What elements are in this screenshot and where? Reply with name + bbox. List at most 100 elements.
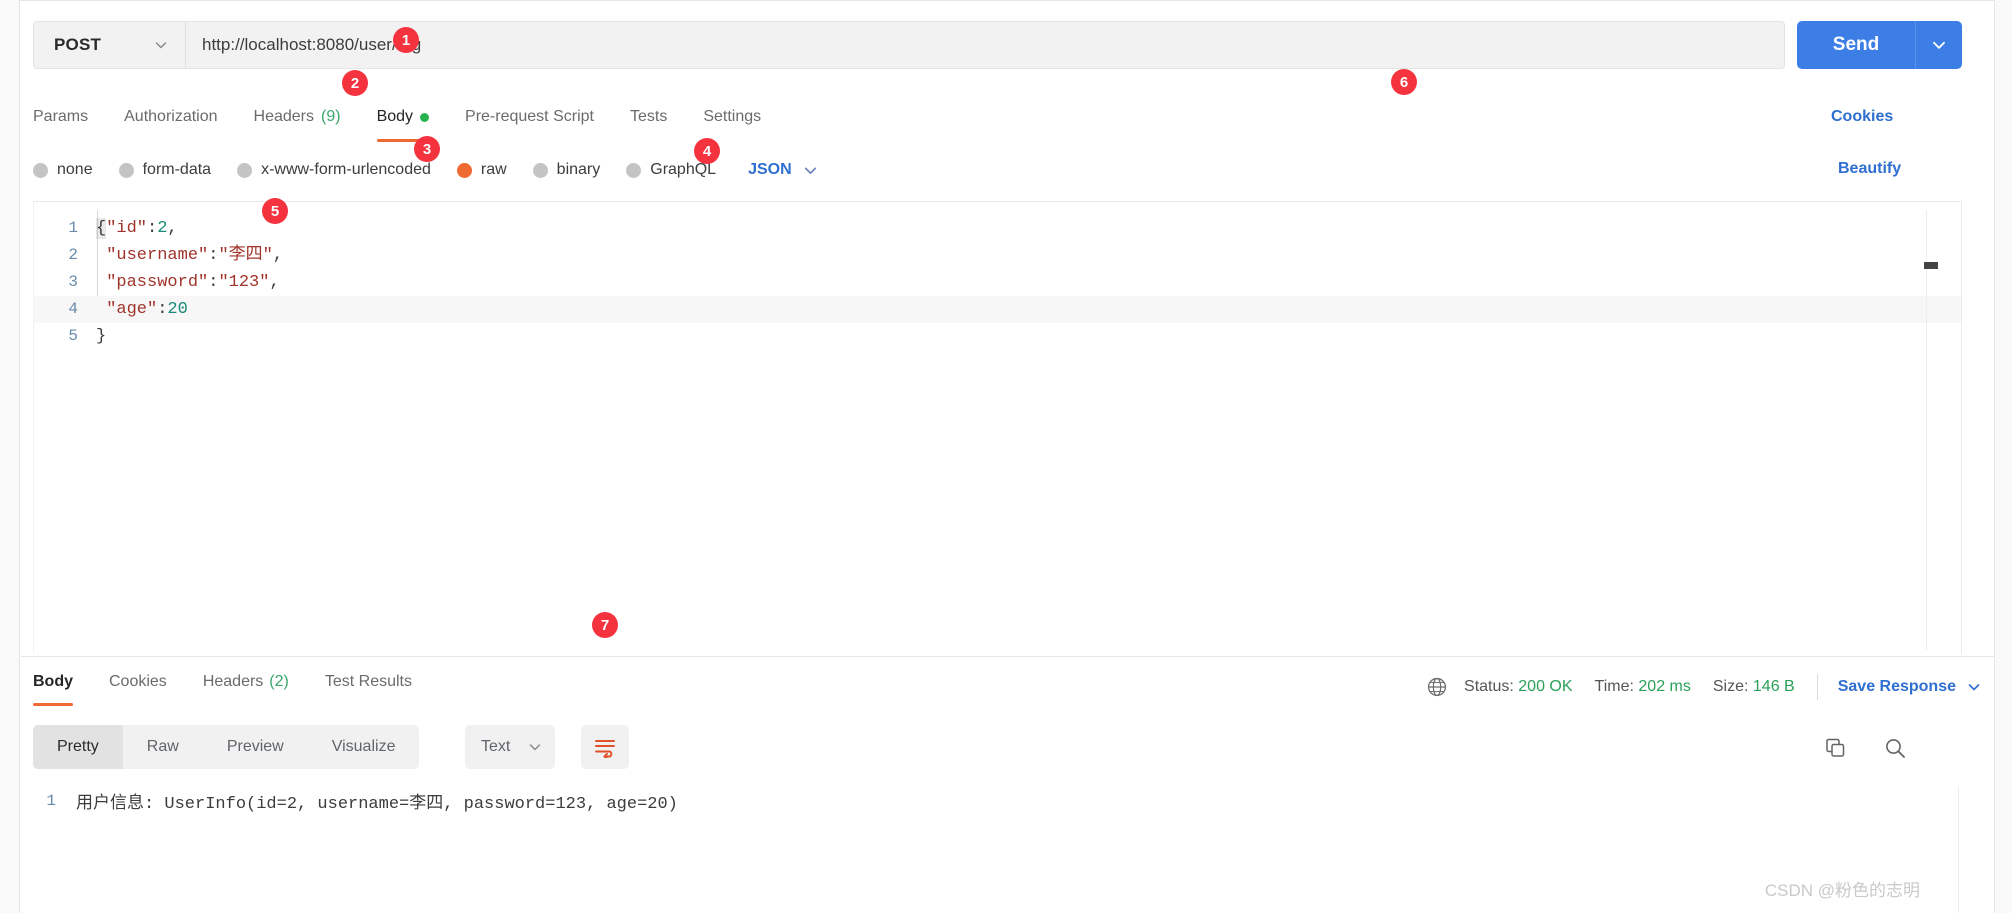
beautify-button[interactable]: Beautify — [1838, 160, 1901, 178]
status-code-stat: Status: 200 OK — [1464, 678, 1573, 696]
request-tab-count: (9) — [321, 108, 341, 125]
raw-format-select[interactable]: JSON — [748, 161, 819, 179]
editor-scrollbar[interactable] — [1926, 210, 1940, 650]
code-token-punc: : — [208, 273, 219, 292]
search-response-button[interactable] — [1880, 733, 1910, 763]
editor-line: 5} — [34, 323, 1962, 350]
view-mode-label: Preview — [226, 738, 284, 755]
time-label: Time: — [1594, 678, 1634, 695]
body-type-radio-none[interactable]: none — [33, 161, 93, 179]
response-body-line: 1 用户信息: UserInfo(id=2, username=李四, passw… — [21, 787, 1994, 814]
word-wrap-toggle[interactable] — [581, 725, 629, 769]
status-label: Status: — [1464, 678, 1514, 695]
postman-window: POST http://localhost:8080/user/reg Send… — [0, 0, 2012, 913]
request-tab-settings[interactable]: Settings — [685, 98, 779, 136]
top-divider — [20, 0, 1994, 1]
cookies-link-label: Cookies — [1831, 108, 1894, 125]
response-view-mode-group: Pretty Raw Preview Visualize — [33, 725, 420, 769]
code-token-key: "username" — [106, 246, 209, 265]
http-method-label: POST — [54, 35, 102, 54]
editor-scroll-marker — [1924, 262, 1938, 269]
chevron-down-icon — [529, 744, 541, 751]
response-tab-label: Body — [33, 673, 73, 690]
request-tab-label: Authorization — [124, 108, 218, 125]
send-button[interactable]: Send — [1797, 21, 1916, 69]
request-tab-authorization[interactable]: Authorization — [106, 98, 235, 136]
request-tab-pre-request-script[interactable]: Pre-request Script — [447, 98, 612, 136]
beautify-label: Beautify — [1838, 160, 1902, 177]
time-stat: Time: 202 ms — [1595, 678, 1691, 696]
chevron-down-icon — [1933, 41, 1945, 49]
code-token-punc: : — [157, 300, 168, 319]
response-tab-test-results[interactable]: Test Results — [307, 663, 430, 701]
url-bar: POST http://localhost:8080/user/reg — [33, 21, 1785, 69]
request-tab-params[interactable]: Params — [33, 98, 106, 136]
body-type-radio-form-data[interactable]: form-data — [118, 161, 211, 179]
watermark: CSDN @粉色的志明 — [1764, 881, 1920, 900]
copy-response-button[interactable] — [1820, 733, 1850, 763]
radio-dot-icon — [118, 162, 134, 178]
annotation-badge-7: 7 — [592, 612, 618, 638]
code-token-punc: , — [269, 273, 280, 292]
status-separator — [1816, 674, 1818, 700]
send-button-group[interactable]: Send — [1797, 21, 1962, 69]
view-mode-label: Pretty — [57, 738, 99, 755]
request-tab-tests[interactable]: Tests — [612, 98, 685, 136]
annotation-badge-1: 1 — [393, 27, 419, 53]
time-value: 202 ms — [1638, 678, 1691, 695]
code-token-punc: , — [272, 246, 284, 265]
radio-dot-icon — [626, 162, 642, 178]
search-icon — [1886, 739, 1905, 758]
request-tab-label: Pre-request Script — [465, 108, 594, 125]
response-content-type-select[interactable]: Text — [465, 725, 555, 769]
send-button-label: Send — [1832, 34, 1880, 55]
body-type-radio-binary[interactable]: binary — [532, 161, 600, 179]
annotation-badge-5: 5 — [262, 198, 288, 224]
annotation-badge-4: 4 — [694, 138, 720, 164]
active-tab-underline — [33, 703, 73, 706]
response-content-type-label: Text — [481, 738, 511, 755]
body-type-radio-label: raw — [480, 161, 507, 178]
response-tab-headers[interactable]: Headers (2) — [185, 663, 307, 701]
editor-line-content: } — [96, 323, 106, 350]
request-body-editor[interactable]: 1 {"id":2, 2 "username":"李四", 3 "password":… — [33, 201, 1962, 654]
code-token-punc: : — [147, 219, 158, 238]
response-body-viewer[interactable]: 1 用户信息: UserInfo(id=2, username=李四, passw… — [21, 787, 1994, 913]
request-tab-headers[interactable]: Headers (9) — [236, 98, 359, 136]
code-token-key: "id" — [106, 219, 148, 238]
view-mode-raw[interactable]: Raw — [123, 725, 203, 769]
view-mode-visualize[interactable]: Visualize — [308, 725, 420, 769]
editor-line-number: 5 — [68, 327, 78, 345]
annotation-badge-6: 6 — [1391, 69, 1417, 95]
send-options-button[interactable] — [1916, 21, 1962, 69]
body-type-radio-graphql[interactable]: GraphQL — [626, 161, 716, 179]
response-line-number: 1 — [46, 791, 56, 810]
raw-format-label: JSON — [748, 161, 792, 178]
view-mode-pretty[interactable]: Pretty — [33, 725, 123, 769]
code-token-num: 2 — [157, 219, 168, 238]
body-type-radio-raw[interactable]: raw — [456, 161, 507, 179]
editor-line-number: 4 — [68, 300, 78, 318]
response-tab-body[interactable]: Body — [33, 663, 91, 706]
body-type-radio-label: none — [57, 161, 93, 178]
response-scrollbar[interactable] — [1958, 787, 1972, 913]
url-input[interactable]: http://localhost:8080/user/reg — [186, 22, 1784, 68]
save-response-label: Save Response — [1837, 678, 1956, 695]
url-input-value: http://localhost:8080/user/reg — [202, 35, 422, 54]
view-mode-preview[interactable]: Preview — [203, 725, 308, 769]
editor-line-content: {"id":2, — [96, 215, 178, 242]
response-tab-cookies[interactable]: Cookies — [91, 663, 185, 701]
request-tab-body[interactable]: Body — [359, 98, 447, 142]
save-response-button[interactable]: Save Response — [1838, 678, 1982, 696]
window-right-edge — [1994, 0, 2012, 913]
editor-line-content: "password":"123", — [96, 269, 280, 296]
annotation-badge-3: 3 — [414, 136, 440, 162]
http-method-select[interactable]: POST — [34, 22, 186, 68]
chevron-down-icon — [1968, 684, 1980, 691]
editor-code-area[interactable]: 1 {"id":2, 2 "username":"李四", 3 "password":… — [34, 202, 1962, 350]
body-type-radio-x-www-form-urlencoded[interactable]: x-www-form-urlencoded — [237, 161, 431, 179]
editor-line: 1 {"id":2, — [34, 215, 1962, 242]
cookies-link[interactable]: Cookies — [1831, 108, 1893, 126]
request-tab-label: Body — [376, 108, 414, 125]
code-token-punc: , — [167, 219, 178, 238]
